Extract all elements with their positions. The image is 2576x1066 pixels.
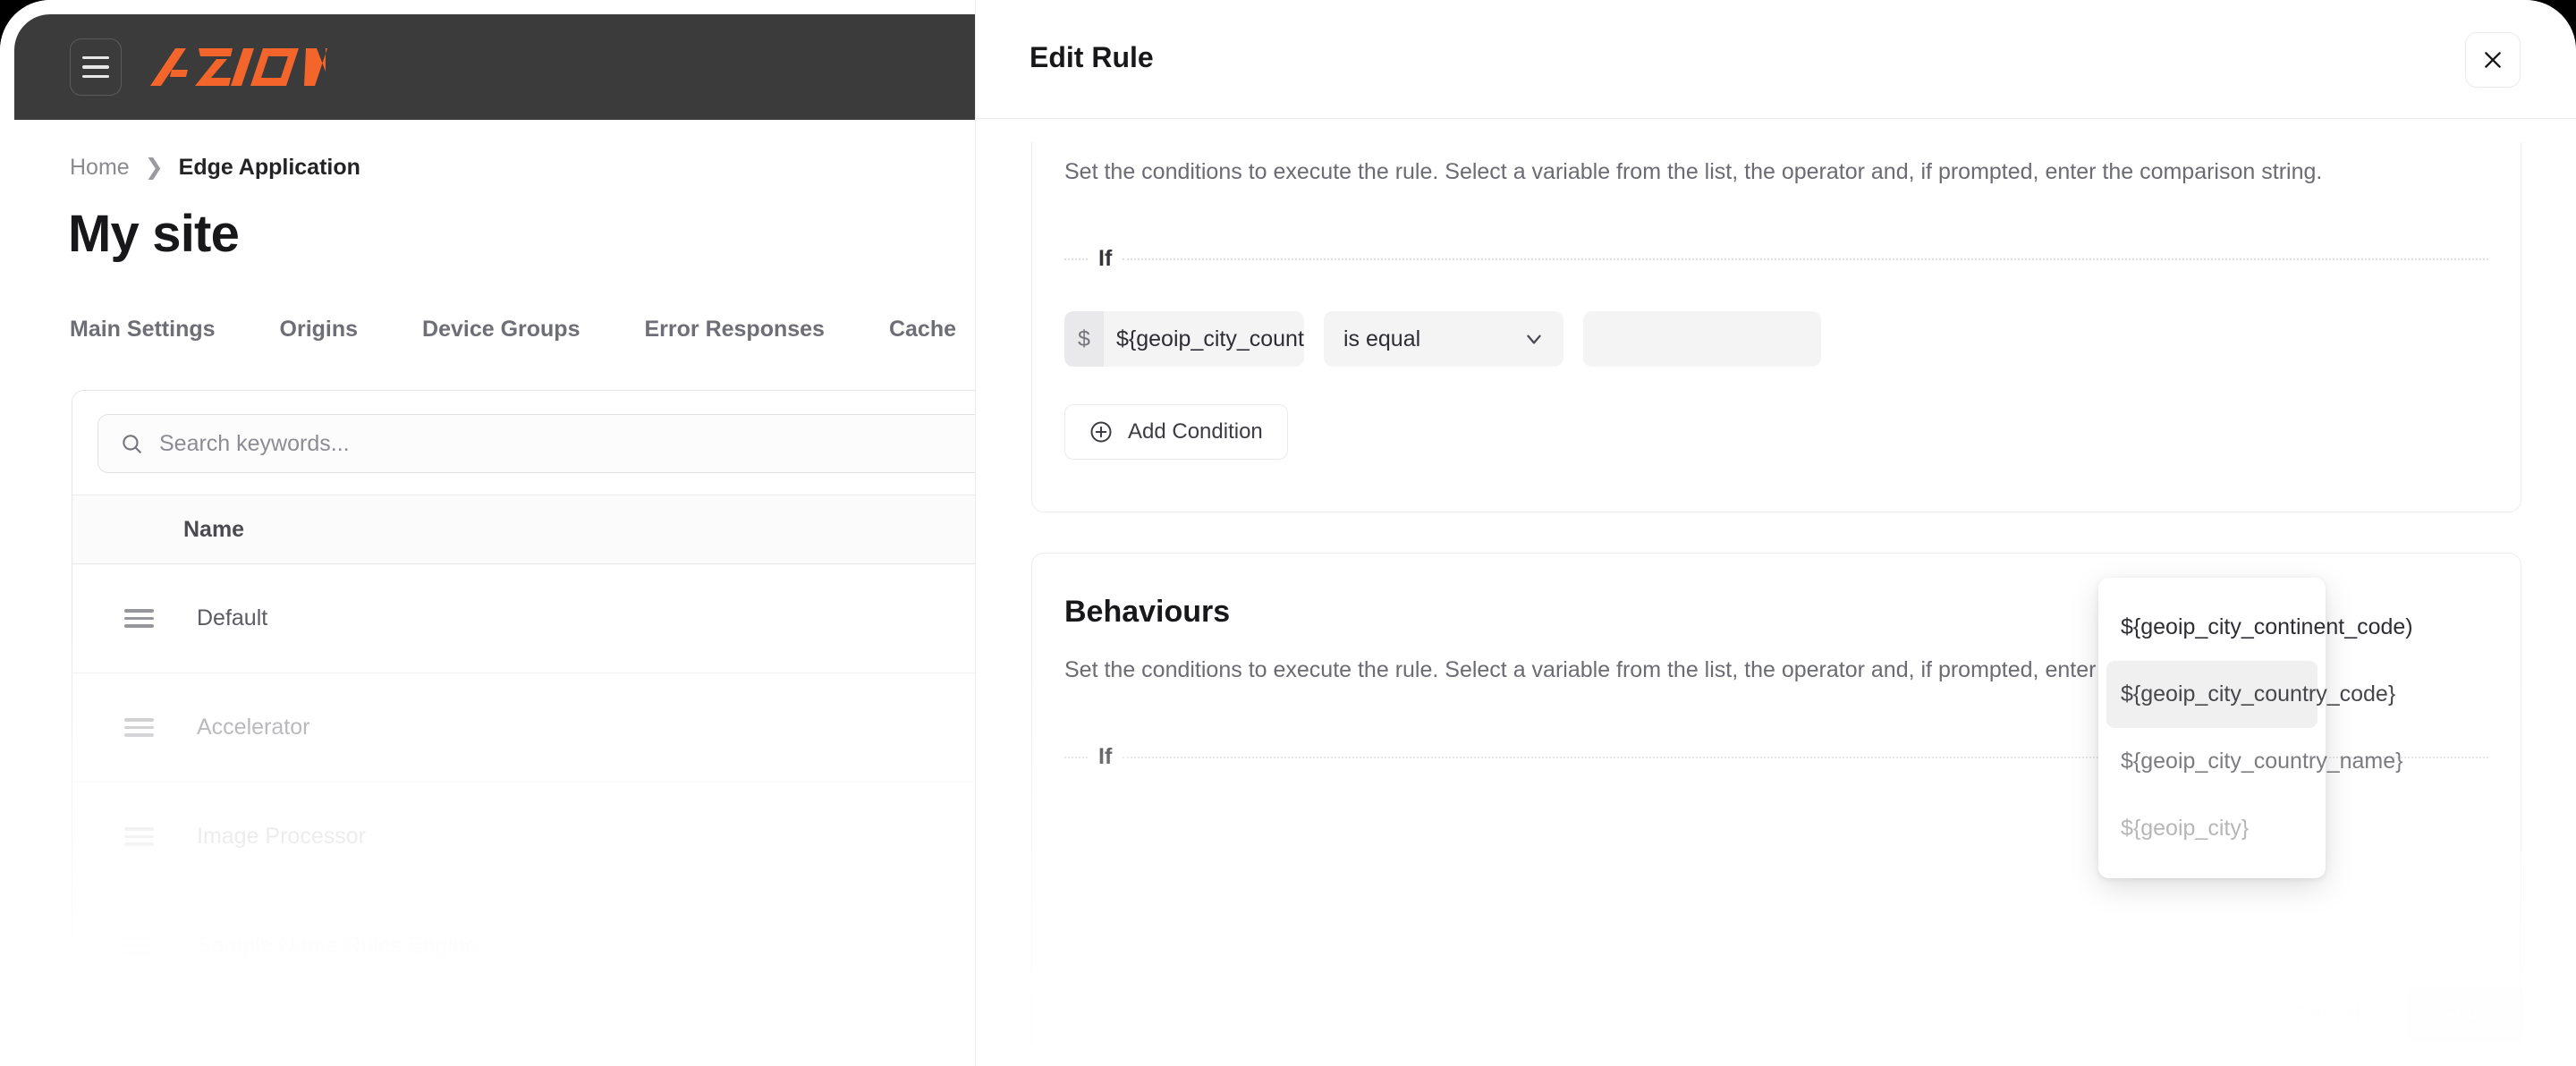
add-condition-label: Add Condition — [1128, 419, 1263, 444]
breadcrumb-current: Edge Application — [178, 154, 360, 180]
cancel-button[interactable]: Cancel — [2269, 987, 2385, 1041]
drag-handle-icon[interactable] — [124, 827, 154, 846]
azion-logo[interactable] — [148, 47, 327, 88]
search-icon — [123, 435, 141, 453]
row-name: Image Processor — [197, 824, 366, 849]
criteria-title-clip — [976, 119, 2576, 142]
breadcrumb: Home ❯ Edge Application — [70, 154, 360, 181]
breadcrumb-separator-icon: ❯ — [144, 155, 164, 180]
table-row[interactable]: Sample Name Rules Engine — [72, 892, 977, 1001]
condition-row: $ ${geoip_city_country_code} is equal — [1064, 311, 2488, 367]
row-name: Sample Name Rules Engine — [197, 933, 479, 958]
dotted-line-right — [1123, 258, 2488, 260]
tab-device-groups[interactable]: Device Groups — [390, 317, 612, 343]
breadcrumb-home-link[interactable]: Home — [70, 155, 130, 181]
variable-prefix-addon: $ — [1064, 311, 1104, 367]
drawer-header: Edit Rule — [976, 0, 2576, 119]
tab-origins[interactable]: Origins — [248, 317, 391, 343]
row-name: Accelerator — [197, 715, 310, 740]
hamburger-menu-icon[interactable] — [70, 38, 122, 96]
menu-line — [82, 55, 109, 60]
dotted-line-left — [1064, 258, 1088, 260]
drag-handle-icon[interactable] — [124, 609, 154, 628]
dropdown-option-selected[interactable]: ${geoip_city_country_code} — [2106, 661, 2395, 728]
drawer-footer: Cancel Save — [2269, 987, 2523, 1041]
close-icon — [2485, 52, 2501, 68]
dropdown-option[interactable]: ${geoip_city_continent_code) — [2106, 594, 2413, 661]
tab-cache[interactable]: Cache — [857, 317, 977, 343]
rules-list-card: Search keywords... Name Default Accelera… — [72, 390, 977, 1002]
drawer-title: Edit Rule — [1030, 41, 1154, 73]
operator-select[interactable]: is equal — [1324, 311, 1563, 367]
if-label: If — [1098, 246, 1113, 271]
menu-line — [82, 65, 109, 69]
variable-input[interactable]: ${geoip_city_country_code} — [1104, 311, 1304, 367]
background-page: Home ❯ Edge Application My site Main Set… — [0, 0, 977, 1066]
page-title: My site — [68, 205, 240, 263]
tab-error-responses[interactable]: Error Responses — [612, 317, 856, 343]
top-navigation-bar — [14, 14, 977, 120]
if-label: If — [1098, 744, 1113, 769]
menu-line — [82, 74, 109, 79]
add-condition-button[interactable]: Add Condition — [1064, 404, 1288, 460]
edit-rule-drawer: Edit Rule Criteria Set the conditions to… — [975, 0, 2576, 1066]
drawer-body: Criteria Set the conditions to execute t… — [976, 119, 2576, 1066]
drag-handle-icon[interactable] — [124, 936, 154, 955]
tab-main-settings[interactable]: Main Settings — [70, 317, 248, 343]
close-button[interactable] — [2465, 32, 2521, 88]
app-frame: Home ❯ Edge Application My site Main Set… — [0, 0, 2576, 1066]
comparison-value-input[interactable] — [1583, 311, 1821, 367]
dotted-line-left — [1064, 756, 1088, 758]
variable-field-group: $ ${geoip_city_country_code} — [1064, 311, 1304, 367]
criteria-card-inner: Criteria Set the conditions to execute t… — [1032, 119, 2521, 460]
operator-value: is equal — [1343, 326, 1421, 351]
dropdown-option[interactable]: ${geoip_city_country_name} — [2106, 728, 2403, 795]
criteria-description: Set the conditions to execute the rule. … — [1064, 159, 2323, 184]
row-name: Default — [197, 605, 268, 630]
dropdown-option[interactable]: ${geoip_city} — [2106, 795, 2318, 862]
search-placeholder: Search keywords... — [159, 430, 350, 456]
table-row[interactable]: Default — [72, 564, 977, 673]
table-row[interactable]: Image Processor — [72, 783, 977, 892]
criteria-if-divider: If — [1064, 246, 2488, 272]
criteria-card: Criteria Set the conditions to execute t… — [1031, 119, 2521, 512]
drag-handle-icon[interactable] — [124, 718, 154, 737]
search-input[interactable]: Search keywords... — [97, 414, 977, 473]
tab-bar: Main Settings Origins Device Groups Erro… — [70, 317, 977, 343]
table-row[interactable]: Accelerator — [72, 673, 977, 783]
variable-dropdown-menu: ${geoip_city_continent_code) ${geoip_cit… — [2098, 578, 2413, 878]
chevron-down-icon — [1527, 334, 1541, 344]
column-header-name: Name — [183, 516, 245, 542]
search-container: Search keywords... — [72, 391, 977, 495]
table-header: Name — [72, 495, 977, 564]
plus-circle-icon — [1090, 421, 1112, 443]
save-button[interactable]: Save — [2407, 987, 2523, 1041]
